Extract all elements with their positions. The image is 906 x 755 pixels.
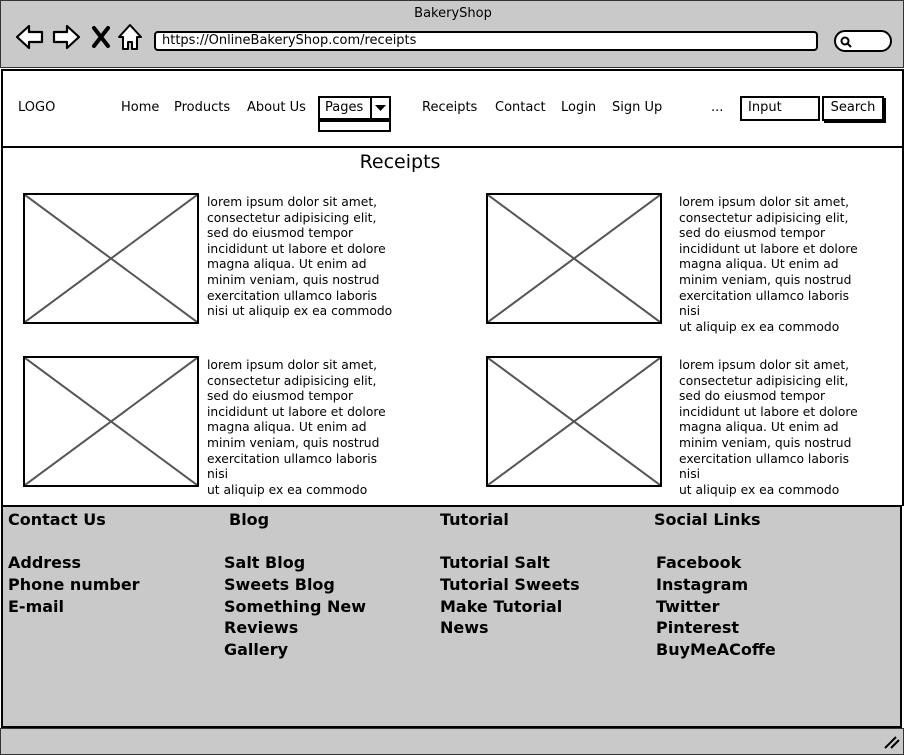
footer-link[interactable]: Tutorial Salt xyxy=(440,552,580,574)
card-text: lorem ipsum dolor sit amet, consectetur a… xyxy=(207,358,386,497)
resize-grip-icon[interactable] xyxy=(882,734,900,753)
footer-link[interactable]: Phone number xyxy=(8,574,140,596)
pages-dropdown[interactable]: Pages xyxy=(318,96,391,120)
nav-signup-link[interactable]: Sign Up xyxy=(612,100,662,115)
nav-receipts-link[interactable]: Receipts xyxy=(422,100,477,115)
card-text: lorem ipsum dolor sit amet, consectetur a… xyxy=(679,358,858,497)
pages-dropdown-label: Pages xyxy=(325,100,364,115)
footer-link[interactable]: Instagram xyxy=(656,574,776,596)
footer-link[interactable]: Gallery xyxy=(224,639,366,661)
footer-link[interactable]: Sweets Blog xyxy=(224,574,366,596)
site-search-input[interactable]: Input xyxy=(740,96,820,121)
pages-dropdown-list xyxy=(318,120,391,132)
image-placeholder xyxy=(23,193,199,324)
nav-products-link[interactable]: Products xyxy=(174,100,230,115)
image-placeholder xyxy=(23,356,199,487)
card-text: lorem ipsum dolor sit amet, consectetur a… xyxy=(679,195,858,334)
footer-link[interactable]: Facebook xyxy=(656,552,776,574)
footer-contact-links: Address Phone number E-mail xyxy=(8,552,140,617)
footer-link[interactable]: Address xyxy=(8,552,140,574)
arrow-right-icon[interactable] xyxy=(51,22,81,52)
footer-link[interactable]: E-mail xyxy=(8,596,140,618)
footer-link[interactable]: Salt Blog xyxy=(224,552,366,574)
footer-blog-heading: Blog xyxy=(229,510,270,529)
nav-about-link[interactable]: About Us xyxy=(247,100,306,115)
footer-link[interactable]: BuyMeACoffe xyxy=(656,639,776,661)
footer-link[interactable]: Something New xyxy=(224,596,366,618)
nav-contact-link[interactable]: Contact xyxy=(495,100,546,115)
logo: LOGO xyxy=(18,100,56,115)
nav-login-link[interactable]: Login xyxy=(561,100,596,115)
footer-link[interactable]: Tutorial Sweets xyxy=(440,574,580,596)
footer-link[interactable]: Pinterest xyxy=(656,617,776,639)
footer-link[interactable]: Reviews xyxy=(224,617,366,639)
address-bar[interactable]: https://OnlineBakeryShop.com/receipts xyxy=(154,31,818,51)
footer-contact-heading: Contact Us xyxy=(8,510,106,529)
nav-home-link[interactable]: Home xyxy=(121,100,159,115)
footer-link[interactable]: Twitter xyxy=(656,596,776,618)
footer-social-heading: Social Links xyxy=(654,510,761,529)
page-title: Receipts xyxy=(359,151,441,173)
window-title: BakeryShop xyxy=(414,6,492,21)
footer-tutorial-links: Tutorial Salt Tutorial Sweets Make Tutor… xyxy=(440,552,580,639)
footer-link[interactable]: Make Tutorial xyxy=(440,596,580,618)
browser-search-field[interactable] xyxy=(834,30,892,52)
footer-tutorial-heading: Tutorial xyxy=(440,510,509,529)
status-bar xyxy=(0,728,904,755)
caret-down-icon[interactable] xyxy=(370,98,389,118)
image-placeholder xyxy=(486,356,662,487)
home-icon[interactable] xyxy=(116,22,146,52)
search-icon xyxy=(839,34,853,53)
footer-blog-links: Salt Blog Sweets Blog Something New Revi… xyxy=(224,552,366,661)
footer-link[interactable]: News xyxy=(440,617,580,639)
arrow-left-icon[interactable] xyxy=(15,22,45,52)
search-button[interactable]: Search xyxy=(822,96,884,121)
footer-social-links: Facebook Instagram Twitter Pinterest Buy… xyxy=(656,552,776,661)
card-text: lorem ipsum dolor sit amet, consectetur a… xyxy=(207,195,393,319)
image-placeholder xyxy=(486,193,662,324)
nav-more-link[interactable]: ... xyxy=(711,100,723,115)
